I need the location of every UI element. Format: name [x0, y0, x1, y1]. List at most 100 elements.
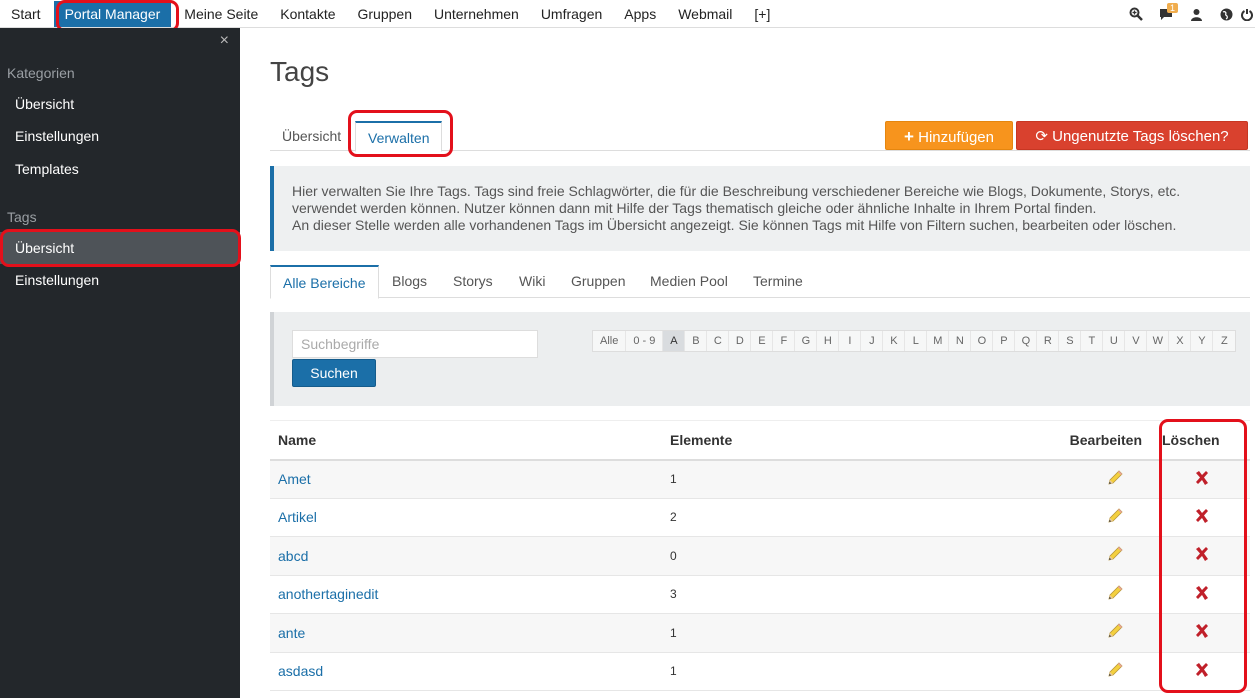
nav-kontakte[interactable]: Kontakte — [269, 0, 346, 28]
alphabet-letter[interactable]: O — [971, 331, 994, 351]
tag-element-count: 2 — [662, 498, 1056, 537]
sidebar-item-tags-uebersicht[interactable]: Übersicht — [0, 232, 240, 264]
notification-badge: 1 — [1167, 3, 1179, 13]
alphabet-letter[interactable]: K — [883, 331, 906, 351]
tag-name-link[interactable]: asdasd — [270, 652, 662, 691]
tag-name-link[interactable]: abcd — [270, 536, 662, 576]
tab-medien-pool[interactable]: Medien Pool — [638, 265, 740, 298]
alphabet-letter[interactable]: C — [707, 331, 730, 351]
nav-portal-manager[interactable]: Portal Manager — [53, 0, 172, 27]
nav-add[interactable]: [+] — [743, 0, 781, 28]
page-title: Tags — [270, 56, 330, 87]
alphabet-letter[interactable]: U — [1103, 331, 1126, 351]
alphabet-letter[interactable]: Alle — [593, 331, 627, 351]
close-icon[interactable]: × — [220, 32, 229, 50]
sidebar-section-kategorien: Kategorien — [7, 65, 75, 81]
alphabet-letter[interactable]: V — [1125, 331, 1148, 351]
nav-apps[interactable]: Apps — [613, 0, 667, 28]
alphabet-letter[interactable]: T — [1081, 331, 1104, 351]
table-row: asdasd 1 — [270, 652, 1250, 691]
alphabet-letter[interactable]: W — [1147, 331, 1170, 351]
tab-wiki[interactable]: Wiki — [507, 265, 557, 298]
power-icon[interactable] — [1241, 0, 1255, 28]
nav-umfragen[interactable]: Umfragen — [530, 0, 613, 28]
nav-meine-seite[interactable]: Meine Seite — [173, 0, 269, 28]
info-line-1: Hier verwalten Sie Ihre Tags. Tags sind … — [292, 183, 1181, 199]
table-row: abcd 0 — [270, 536, 1250, 576]
tag-name-link[interactable]: ante — [270, 613, 662, 653]
delete-icon[interactable] — [1193, 469, 1211, 490]
sidebar-item-templates[interactable]: Templates — [0, 153, 240, 185]
user-icon[interactable] — [1181, 0, 1211, 28]
delete-icon[interactable] — [1193, 545, 1211, 566]
table-row: Amet 1 — [270, 459, 1250, 499]
tab-storys[interactable]: Storys — [441, 265, 505, 298]
delete-icon[interactable] — [1193, 622, 1211, 643]
sidebar-item-kategorien-einstellungen[interactable]: Einstellungen — [0, 120, 240, 152]
alphabet-filter: Alle 0 - 9ABCDEFGHIJKLMNOPQRSTUVWXYZ — [592, 330, 1237, 352]
alphabet-letter[interactable]: R — [1037, 331, 1060, 351]
search-input[interactable] — [292, 330, 538, 358]
sidebar-item-kategorien-uebersicht[interactable]: Übersicht — [0, 88, 240, 120]
alphabet-letter[interactable]: Z — [1213, 331, 1235, 351]
delete-icon[interactable] — [1193, 584, 1211, 605]
header-delete: Löschen — [1154, 420, 1250, 461]
nav-unternehmen[interactable]: Unternehmen — [423, 0, 530, 28]
alphabet-letter[interactable]: S — [1059, 331, 1082, 351]
tag-name-link[interactable]: Amet — [270, 459, 662, 499]
alphabet-letter[interactable]: N — [949, 331, 972, 351]
alphabet-letter[interactable]: E — [751, 331, 774, 351]
edit-icon[interactable] — [1106, 584, 1124, 605]
delete-unused-tags-button[interactable]: ⟳ Ungenutzte Tags löschen? — [1016, 121, 1248, 150]
table-row: anothertaginedit 3 — [270, 575, 1250, 614]
delete-icon[interactable] — [1193, 661, 1211, 682]
tag-name-link[interactable]: anothertaginedit — [270, 575, 662, 614]
tag-element-count: 1 — [662, 459, 1056, 499]
edit-icon[interactable] — [1106, 661, 1124, 682]
alphabet-letter[interactable]: Y — [1191, 331, 1214, 351]
add-button[interactable]: + Hinzufügen — [885, 121, 1013, 150]
tag-element-count: 1 — [662, 652, 1056, 691]
edit-icon[interactable] — [1106, 622, 1124, 643]
alphabet-letter[interactable]: L — [905, 331, 928, 351]
alphabet-letter[interactable]: X — [1169, 331, 1192, 351]
alphabet-letter[interactable]: Q — [1015, 331, 1038, 351]
alphabet-letter[interactable]: J — [861, 331, 884, 351]
nav-icons: 1 — [1121, 0, 1255, 28]
search-button[interactable]: Suchen — [292, 359, 376, 387]
nav-gruppen[interactable]: Gruppen — [347, 0, 423, 28]
tag-name-link[interactable]: Artikel — [270, 498, 662, 537]
table-row: Artikel 2 — [270, 498, 1250, 537]
edit-icon[interactable] — [1106, 507, 1124, 528]
edit-icon[interactable] — [1106, 469, 1124, 490]
alphabet-letter[interactable]: P — [993, 331, 1016, 351]
globe-icon[interactable] — [1211, 0, 1241, 28]
info-box: Hier verwalten Sie Ihre Tags. Tags sind … — [270, 166, 1250, 251]
tag-element-count: 1 — [662, 613, 1056, 653]
tab-blogs[interactable]: Blogs — [380, 265, 439, 298]
tab-alle-bereiche[interactable]: Alle Bereiche — [270, 265, 379, 299]
alphabet-letter[interactable]: 0 - 9 — [626, 331, 664, 351]
alphabet-letter[interactable]: I — [839, 331, 862, 351]
alphabet-letter[interactable]: F — [773, 331, 796, 351]
chat-icon[interactable]: 1 — [1151, 0, 1181, 28]
search-icon[interactable] — [1121, 0, 1151, 28]
tab-gruppen[interactable]: Gruppen — [559, 265, 637, 298]
edit-icon[interactable] — [1106, 545, 1124, 566]
tab-termine[interactable]: Termine — [741, 265, 815, 298]
tab-uebersicht[interactable]: Übersicht — [270, 121, 353, 151]
sidebar-item-tags-einstellungen[interactable]: Einstellungen — [0, 264, 240, 296]
nav-start[interactable]: Start — [0, 0, 52, 28]
tag-element-count: 0 — [662, 536, 1056, 576]
alphabet-letter[interactable]: G — [795, 331, 818, 351]
nav-webmail[interactable]: Webmail — [667, 0, 743, 28]
header-elements[interactable]: Elemente — [662, 420, 1056, 461]
alphabet-letter[interactable]: H — [817, 331, 840, 351]
alphabet-letter[interactable]: A — [663, 331, 686, 351]
alphabet-letter[interactable]: B — [685, 331, 708, 351]
delete-icon[interactable] — [1193, 507, 1211, 528]
alphabet-letter[interactable]: M — [927, 331, 950, 351]
alphabet-letter[interactable]: D — [729, 331, 752, 351]
header-name[interactable]: Name — [270, 420, 662, 461]
tab-verwalten[interactable]: Verwalten — [355, 121, 443, 152]
